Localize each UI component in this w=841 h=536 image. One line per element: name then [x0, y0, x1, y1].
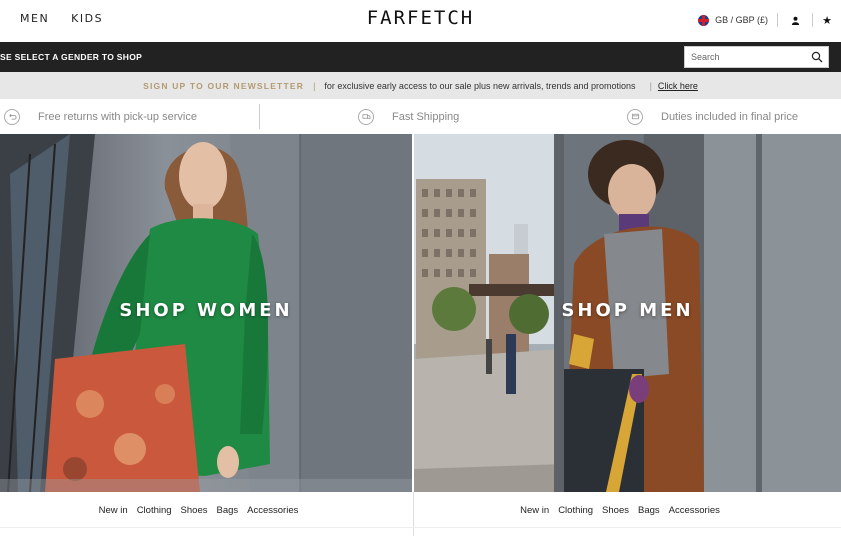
women-link-accessories[interactable]: Accessories	[247, 505, 298, 516]
region-selector[interactable]: GB / GBP (£)	[715, 15, 768, 25]
shipping-icon	[358, 108, 374, 125]
logo-text[interactable]: FARFETCH	[367, 7, 475, 29]
search-input[interactable]	[685, 47, 805, 67]
gender-search-bar: SE SELECT A GENDER TO SHOP	[0, 42, 841, 72]
star-icon[interactable]: ★	[813, 10, 841, 30]
divider	[0, 527, 841, 528]
newsletter-separator: |	[313, 80, 316, 91]
search-box[interactable]	[684, 46, 829, 68]
women-category-links: New in Clothing Shoes Bags Accessories	[0, 492, 412, 528]
benefit-returns: Free returns with pick-up service	[4, 99, 197, 134]
return-icon	[4, 108, 20, 125]
men-link-new-in[interactable]: New in	[520, 505, 549, 516]
shop-women-banner[interactable]: SHOP WOMEN	[0, 134, 412, 492]
men-link-accessories[interactable]: Accessories	[669, 505, 720, 516]
gender-message: SE SELECT A GENDER TO SHOP	[0, 52, 143, 62]
shop-men-banner[interactable]: SHOP MEN	[414, 134, 841, 492]
men-category-links: New in Clothing Shoes Bags Accessories	[414, 492, 841, 528]
shop-women-label[interactable]: SHOP WOMEN	[0, 300, 412, 321]
uk-flag-icon[interactable]	[698, 14, 710, 26]
duties-icon	[627, 108, 643, 125]
women-link-shoes[interactable]: Shoes	[181, 505, 208, 516]
women-link-new-in[interactable]: New in	[99, 505, 128, 516]
benefit-label: Duties included in final price	[661, 110, 798, 123]
search-icon[interactable]	[811, 51, 823, 63]
men-link-bags[interactable]: Bags	[638, 505, 660, 516]
benefit-duties: Duties included in final price	[627, 99, 798, 134]
men-link-clothing[interactable]: Clothing	[558, 505, 593, 516]
benefits-bar: Free returns with pick-up service Fast S…	[0, 99, 841, 134]
newsletter-cta[interactable]: SIGN UP TO OUR NEWSLETTER	[143, 81, 304, 91]
shop-men-label[interactable]: SHOP MEN	[414, 300, 841, 321]
women-link-clothing[interactable]: Clothing	[137, 505, 172, 516]
user-icon[interactable]	[778, 10, 812, 30]
site-header: MEN KIDS FARFETCH GB / GBP (£) ★	[0, 0, 841, 42]
newsletter-bar: SIGN UP TO OUR NEWSLETTER | for exclusiv…	[0, 72, 841, 99]
benefit-label: Free returns with pick-up service	[38, 110, 197, 123]
men-link-shoes[interactable]: Shoes	[602, 505, 629, 516]
benefit-label: Fast Shipping	[392, 110, 460, 123]
women-link-bags[interactable]: Bags	[216, 505, 238, 516]
benefit-shipping: Fast Shipping	[358, 99, 459, 134]
newsletter-text: for exclusive early access to our sale p…	[324, 80, 636, 91]
newsletter-separator-2: |	[649, 80, 652, 91]
divider	[259, 104, 260, 129]
newsletter-link[interactable]: Click here	[658, 81, 698, 91]
header-utilities: GB / GBP (£) ★	[698, 10, 841, 30]
